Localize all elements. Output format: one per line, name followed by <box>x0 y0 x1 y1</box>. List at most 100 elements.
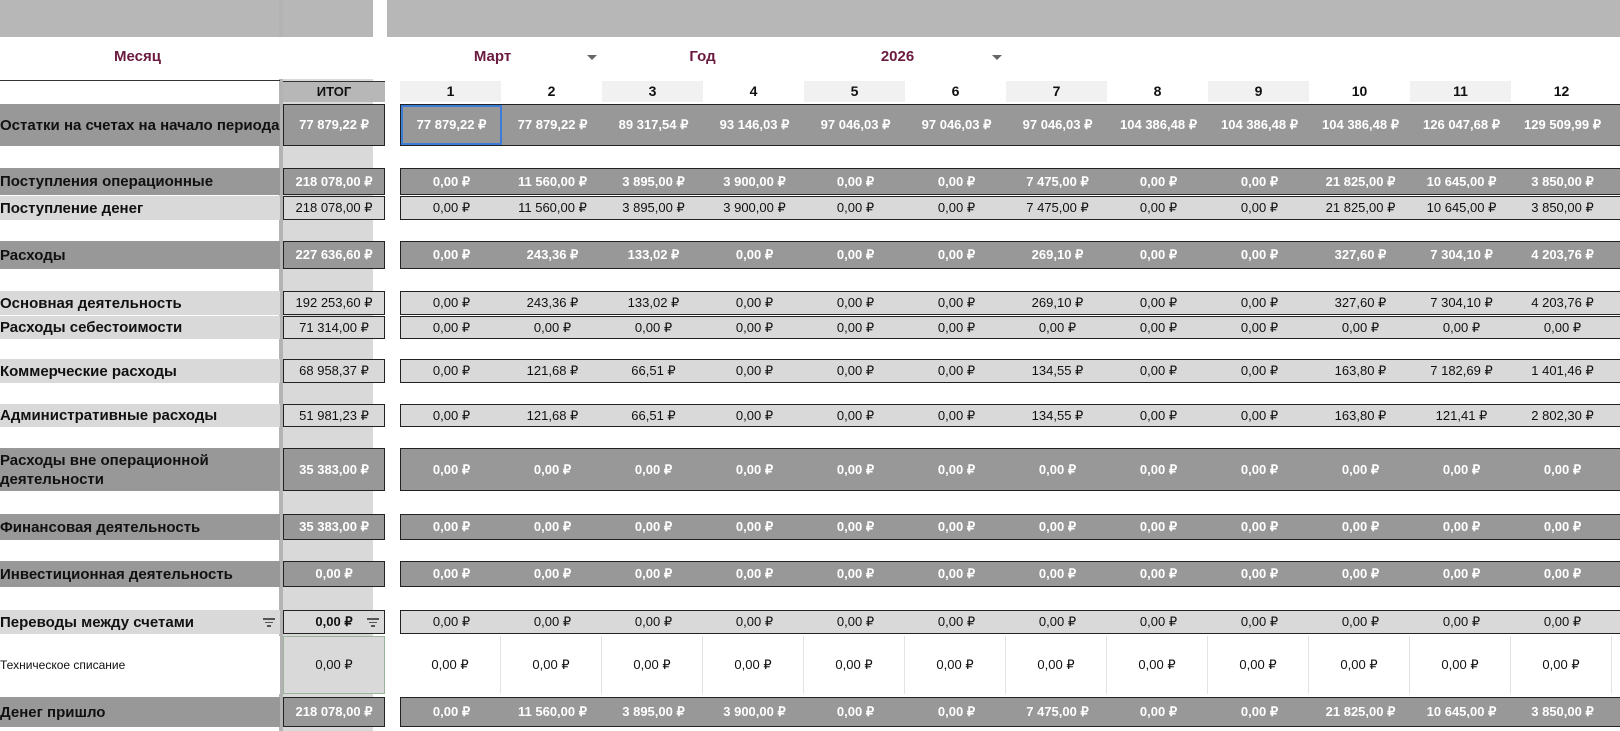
day-cell[interactable]: 0,00 ₽ <box>906 197 1007 219</box>
day-cell[interactable]: 3 895,00 ₽ <box>603 169 704 194</box>
day-cell[interactable]: 0,00 ₽ <box>805 611 906 633</box>
day-cell[interactable]: 0,00 ₽ <box>906 515 1007 539</box>
day-cell[interactable]: 7 475,00 ₽ <box>1007 169 1108 194</box>
day-cell[interactable]: 0,00 ₽ <box>502 562 603 586</box>
day-cell[interactable]: 0,00 ₽ <box>805 698 906 726</box>
day-cell[interactable]: 269,10 ₽ <box>1007 292 1108 314</box>
day-cell[interactable]: 7 475,00 ₽ <box>1007 197 1108 219</box>
day-cell[interactable]: 21 825,00 ₽ <box>1310 169 1411 194</box>
day-cell[interactable]: 0,00 ₽ <box>1310 515 1411 539</box>
day-cell[interactable]: 0,00 ₽ <box>1209 317 1310 338</box>
day-cell[interactable]: 0,00 ₽ <box>603 611 704 633</box>
day-cell[interactable]: 0,00 ₽ <box>805 405 906 426</box>
day-cell[interactable]: 0,00 ₽ <box>1309 636 1410 694</box>
day-cell[interactable]: 0,00 ₽ <box>805 360 906 382</box>
day-cell[interactable]: 0,00 ₽ <box>1209 698 1310 726</box>
day-cell[interactable]: 121,41 ₽ <box>1411 405 1512 426</box>
day-cell[interactable]: 3 895,00 ₽ <box>603 698 704 726</box>
day-cell[interactable]: 0,00 ₽ <box>1310 317 1411 338</box>
day-cell[interactable]: 0,00 ₽ <box>1108 405 1209 426</box>
day-cell[interactable]: 0,00 ₽ <box>401 242 502 268</box>
day-cell[interactable]: 0,00 ₽ <box>1209 611 1310 633</box>
day-cell[interactable]: 66,51 ₽ <box>603 360 704 382</box>
day-cell[interactable]: 327,60 ₽ <box>1310 292 1411 314</box>
day-cell[interactable]: 327,60 ₽ <box>1310 242 1411 268</box>
day-cell[interactable]: 0,00 ₽ <box>1209 449 1310 490</box>
row-total-cell[interactable]: 68 958,37 ₽ <box>283 359 385 383</box>
day-cell[interactable]: 0,00 ₽ <box>401 197 502 219</box>
day-cell[interactable]: 0,00 ₽ <box>1512 562 1613 586</box>
row-total-cell[interactable]: 77 879,22 ₽ <box>283 104 385 146</box>
day-cell[interactable]: 4 203,76 ₽ <box>1512 242 1613 268</box>
day-cell[interactable]: 104 386,48 ₽ <box>1209 105 1310 145</box>
day-cell[interactable]: 0,00 ₽ <box>1007 562 1108 586</box>
day-cell[interactable]: 4 203,76 ₽ <box>1512 292 1613 314</box>
day-cell[interactable]: 126 047,68 ₽ <box>1411 105 1512 145</box>
row-label[interactable]: Коммерческие расходы <box>0 359 280 383</box>
day-cell[interactable]: 163,80 ₽ <box>1310 405 1411 426</box>
day-cell[interactable]: 0,00 ₽ <box>1108 515 1209 539</box>
year-select[interactable]: 2026 <box>805 37 1005 79</box>
row-total-cell[interactable]: 218 078,00 ₽ <box>283 168 385 195</box>
day-cell[interactable]: 104 386,48 ₽ <box>1310 105 1411 145</box>
row-total-cell[interactable]: 35 383,00 ₽ <box>283 514 385 540</box>
day-cell[interactable]: 0,00 ₽ <box>1209 562 1310 586</box>
row-total-cell[interactable]: 218 078,00 ₽ <box>283 196 385 220</box>
day-cell[interactable]: 2 802,30 ₽ <box>1512 405 1613 426</box>
day-cell[interactable]: 11 560,00 ₽ <box>502 698 603 726</box>
day-cell[interactable]: 7 304,10 ₽ <box>1411 292 1512 314</box>
day-cell[interactable]: 134,55 ₽ <box>1007 360 1108 382</box>
day-cell[interactable]: 0,00 ₽ <box>1007 317 1108 338</box>
day-cell[interactable]: 0,00 ₽ <box>703 636 804 694</box>
row-label[interactable]: Основная деятельность <box>0 291 280 315</box>
day-cell[interactable]: 66,51 ₽ <box>603 405 704 426</box>
day-cell[interactable]: 10 645,00 ₽ <box>1411 698 1512 726</box>
day-cell[interactable]: 0,00 ₽ <box>401 360 502 382</box>
day-cell[interactable]: 0,00 ₽ <box>1512 449 1613 490</box>
day-cell[interactable]: 89 317,54 ₽ <box>603 105 704 145</box>
day-cell[interactable]: 0,00 ₽ <box>1209 360 1310 382</box>
day-cell[interactable]: 10 645,00 ₽ <box>1411 197 1512 219</box>
day-cell[interactable]: 129 509,99 ₽ <box>1512 105 1613 145</box>
day-cell[interactable]: 0,00 ₽ <box>1108 449 1209 490</box>
day-cell[interactable]: 0,00 ₽ <box>401 292 502 314</box>
day-cell[interactable]: 0,00 ₽ <box>401 611 502 633</box>
day-cell[interactable]: 0,00 ₽ <box>1411 317 1512 338</box>
day-cell[interactable]: 0,00 ₽ <box>906 405 1007 426</box>
day-cell[interactable]: 0,00 ₽ <box>1411 449 1512 490</box>
day-cell[interactable]: 0,00 ₽ <box>401 169 502 194</box>
day-cell[interactable]: 3 900,00 ₽ <box>704 169 805 194</box>
day-cell[interactable]: 7 475,00 ₽ <box>1007 698 1108 726</box>
day-cell[interactable]: 0,00 ₽ <box>1512 611 1613 633</box>
row-label[interactable]: Остатки на счетах на начало периода <box>0 104 280 146</box>
day-cell[interactable]: 0,00 ₽ <box>603 449 704 490</box>
day-cell[interactable]: 0,00 ₽ <box>401 562 502 586</box>
row-label[interactable]: Инвестиционная деятельность <box>0 561 280 587</box>
day-cell[interactable]: 0,00 ₽ <box>1107 636 1208 694</box>
day-cell[interactable]: 3 850,00 ₽ <box>1512 698 1613 726</box>
day-cell[interactable]: 0,00 ₽ <box>1007 515 1108 539</box>
day-cell[interactable]: 0,00 ₽ <box>805 242 906 268</box>
day-cell[interactable]: 0,00 ₽ <box>401 405 502 426</box>
day-cell[interactable]: 0,00 ₽ <box>1209 292 1310 314</box>
day-cell[interactable]: 0,00 ₽ <box>1512 515 1613 539</box>
row-total-cell[interactable]: 71 314,00 ₽ <box>283 316 385 339</box>
day-cell[interactable]: 0,00 ₽ <box>1108 197 1209 219</box>
day-cell[interactable]: 163,80 ₽ <box>1310 360 1411 382</box>
day-cell[interactable]: 0,00 ₽ <box>704 562 805 586</box>
row-label[interactable]: Расходы вне операционной деятельности <box>0 448 280 491</box>
day-cell[interactable]: 0,00 ₽ <box>1209 197 1310 219</box>
day-cell[interactable]: 0,00 ₽ <box>905 636 1006 694</box>
day-cell[interactable]: 21 825,00 ₽ <box>1310 197 1411 219</box>
day-cell[interactable]: 97 046,03 ₽ <box>805 105 906 145</box>
day-cell[interactable]: 0,00 ₽ <box>1108 169 1209 194</box>
day-cell[interactable]: 0,00 ₽ <box>906 360 1007 382</box>
day-cell[interactable]: 0,00 ₽ <box>1511 636 1612 694</box>
day-cell[interactable]: 0,00 ₽ <box>1108 360 1209 382</box>
day-cell[interactable]: 0,00 ₽ <box>804 636 905 694</box>
day-cell[interactable]: 97 046,03 ₽ <box>906 105 1007 145</box>
day-cell[interactable]: 0,00 ₽ <box>1209 169 1310 194</box>
day-cell[interactable]: 21 825,00 ₽ <box>1310 698 1411 726</box>
day-cell[interactable]: 3 850,00 ₽ <box>1512 169 1613 194</box>
row-total-cell[interactable]: 218 078,00 ₽ <box>283 697 385 727</box>
